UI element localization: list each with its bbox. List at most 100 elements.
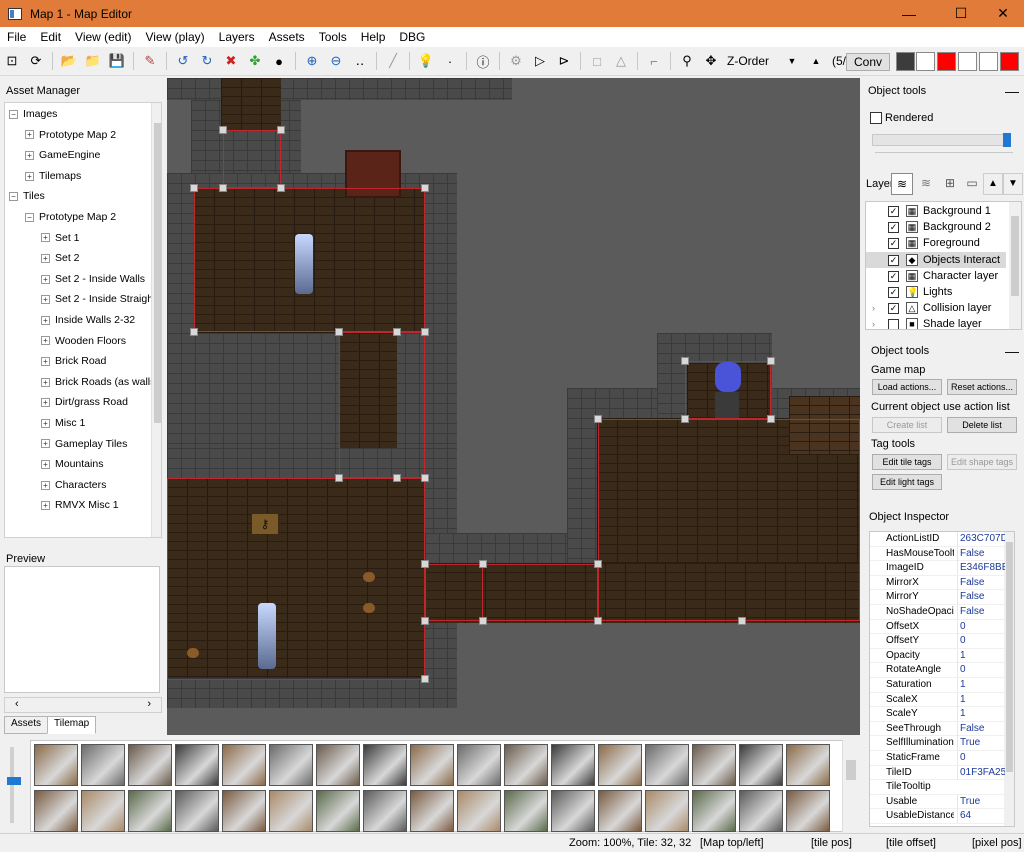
palette-tile[interactable]	[504, 790, 548, 832]
tree-item[interactable]: + Dirt/grass Road	[41, 393, 128, 411]
menu-tools[interactable]: Tools	[312, 30, 354, 44]
palette-tile[interactable]	[598, 744, 642, 786]
layer-visible-checkbox[interactable]: ✓	[888, 238, 899, 250]
conv-button[interactable]: Conv	[846, 53, 890, 71]
palette-tile[interactable]	[363, 790, 407, 832]
property-value[interactable]: 0	[957, 634, 1005, 649]
property-value[interactable]: True	[957, 736, 1005, 751]
opacity-slider[interactable]	[872, 133, 1011, 147]
collapse-icon-2[interactable]: —	[1005, 343, 1019, 359]
zoom-out-icon[interactable]: ⊖	[325, 50, 347, 72]
tree-item[interactable]: + Brick Road	[41, 352, 106, 370]
fill-icon[interactable]: ✤	[244, 50, 266, 72]
property-value[interactable]: 0	[957, 663, 1005, 678]
expand-icon[interactable]: +	[41, 459, 50, 469]
load-actions-button[interactable]: Load actions...	[872, 379, 942, 395]
palette-tile[interactable]	[34, 790, 78, 832]
palette-tile[interactable]	[81, 790, 125, 832]
palette-tile[interactable]	[739, 744, 783, 786]
palette-tile[interactable]	[457, 790, 501, 832]
property-value[interactable]: 64	[957, 809, 1005, 824]
expand-icon[interactable]: +	[41, 233, 50, 243]
layers-alt-icon[interactable]: ≋	[915, 173, 937, 195]
inspector-row[interactable]: OffsetY 0	[870, 634, 1005, 649]
expand-icon[interactable]: +	[25, 150, 34, 160]
handle[interactable]	[681, 415, 689, 423]
palette-tile[interactable]	[457, 744, 501, 786]
edit-light-tags-button[interactable]: Edit light tags	[872, 474, 942, 490]
palette-tile[interactable]	[786, 790, 830, 832]
property-value[interactable]: 1	[957, 678, 1005, 692]
expander-icon[interactable]: ›	[872, 300, 875, 316]
create-list-button[interactable]: Create list	[872, 417, 942, 433]
inspector-row[interactable]: MirrorX False	[870, 575, 1005, 591]
handle[interactable]	[219, 184, 227, 192]
selection-rect-3[interactable]	[339, 332, 425, 478]
layer-row[interactable]: ✓ ▦ Background 1	[866, 203, 1006, 219]
property-value[interactable]: E346F8BE	[957, 561, 1005, 576]
zorder-up-icon[interactable]: ▲	[805, 50, 827, 72]
expand-icon[interactable]: +	[25, 171, 34, 181]
tree-item[interactable]: + Brick Roads (as walls	[41, 373, 155, 391]
menu-view-edit[interactable]: View (edit)	[68, 30, 138, 44]
map-canvas[interactable]: ⚷	[167, 78, 860, 735]
color-swatch-1[interactable]	[896, 52, 915, 71]
light-bulb-icon[interactable]: 💡	[415, 50, 437, 72]
layer-row[interactable]: ✓ ◆ Objects Interact	[866, 251, 1006, 268]
delete-icon[interactable]: ✖	[220, 50, 242, 72]
collapse-icon[interactable]: −	[25, 212, 34, 222]
gear-icon[interactable]: ⚙	[505, 50, 527, 72]
palette-tile[interactable]	[128, 744, 172, 786]
handle[interactable]	[421, 617, 429, 625]
expand-icon[interactable]: +	[41, 336, 50, 346]
dot-icon[interactable]: ·	[439, 50, 461, 72]
inspector-row[interactable]: UsableDistance 64	[870, 809, 1005, 824]
layer-down-icon[interactable]: ▼	[1003, 173, 1023, 195]
delete-list-button[interactable]: Delete list	[947, 417, 1017, 433]
square-icon[interactable]: □	[586, 50, 608, 72]
expand-icon[interactable]: +	[41, 501, 50, 511]
palette-tile[interactable]	[269, 790, 313, 832]
tree-item[interactable]: + Set 1	[41, 229, 80, 247]
expand-icon[interactable]: +	[41, 418, 50, 428]
property-value[interactable]: True	[957, 794, 1005, 809]
palette-tile[interactable]	[34, 744, 78, 786]
menu-help[interactable]: Help	[354, 30, 393, 44]
tree-item[interactable]: + Prototype Map 2	[25, 126, 116, 144]
tab-assets[interactable]: Assets	[4, 716, 49, 734]
palette-tile[interactable]	[410, 744, 454, 786]
selection-rect-4[interactable]	[167, 478, 425, 680]
grid-icon[interactable]: ⊞	[939, 173, 961, 195]
collapse-icon[interactable]: −	[9, 192, 18, 202]
property-value[interactable]: False	[957, 605, 1005, 619]
handle[interactable]	[335, 474, 343, 482]
zorder-dropdown-icon[interactable]: ▼	[781, 50, 803, 72]
color-swatch-3[interactable]	[937, 52, 956, 71]
expand-icon[interactable]: +	[41, 274, 50, 284]
layer-visible-checkbox[interactable]: ✓	[888, 222, 899, 234]
layer-row[interactable]: ✓ 💡 Lights	[866, 284, 1006, 300]
scroll-left-icon[interactable]: ‹	[15, 698, 19, 710]
layer-row[interactable]: ✓ ▦ Character layer	[866, 268, 1006, 284]
inspector-row[interactable]: SelfIllumination True	[870, 736, 1005, 751]
tab-tilemap[interactable]: Tilemap	[47, 716, 97, 734]
inspector-row[interactable]: Usable True	[870, 794, 1005, 810]
more-icon[interactable]: ‥	[349, 50, 371, 72]
tree-item[interactable]: + GameEngine	[25, 146, 100, 164]
palette-slider[interactable]	[6, 743, 22, 829]
palette-tile[interactable]	[316, 790, 360, 832]
palette-tile[interactable]	[316, 744, 360, 786]
layer-visible-checkbox[interactable]: ✓	[888, 303, 899, 315]
rendered-checkbox[interactable]	[870, 112, 882, 124]
undo-icon[interactable]: ↺	[172, 50, 194, 72]
tree-item[interactable]: + Misc 1	[41, 414, 85, 432]
color-swatch-4[interactable]	[958, 52, 977, 71]
open-recent-icon[interactable]: 📁	[82, 50, 104, 72]
open-folder-icon[interactable]: 📂	[58, 50, 80, 72]
palette-tile[interactable]	[222, 790, 266, 832]
selection-rect-8[interactable]	[685, 361, 771, 419]
expand-icon[interactable]: +	[41, 253, 50, 263]
inspector-row[interactable]: Opacity 1	[870, 648, 1005, 664]
property-value[interactable]: False	[957, 721, 1005, 736]
handle[interactable]	[393, 474, 401, 482]
